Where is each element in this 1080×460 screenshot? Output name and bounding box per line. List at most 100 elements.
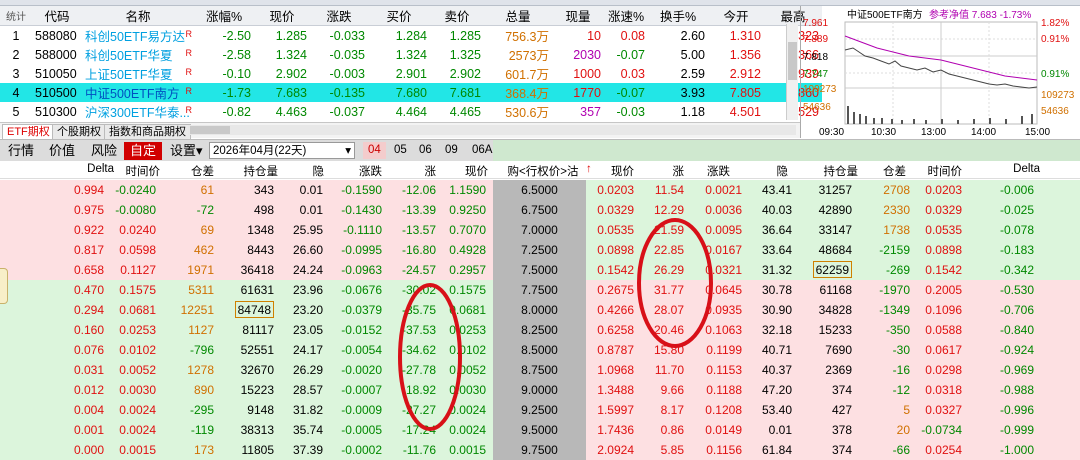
call-cell: -0.1590 bbox=[341, 183, 382, 197]
settings-button[interactable]: 设置▾ bbox=[170, 142, 203, 160]
watchlist-header-cell[interactable]: 涨速% bbox=[604, 6, 648, 26]
put-cell: 0.1063 bbox=[705, 323, 742, 337]
put-cell: 9.66 bbox=[660, 383, 684, 397]
watchlist-cell-vol: 601.7万 bbox=[505, 68, 549, 82]
option-row[interactable]: 0.658 0.1127 1971 36418 24.24 -0.0963 -24.57 0.… bbox=[0, 260, 1080, 280]
watchlist-cell-cur: 1770 bbox=[552, 83, 604, 102]
month-06a-button[interactable]: 06A bbox=[467, 142, 497, 159]
call-header-cell[interactable]: 仓差 bbox=[182, 163, 214, 179]
custom-button[interactable]: 自定 bbox=[124, 142, 163, 160]
watchlist-header-cell[interactable]: 名称 bbox=[82, 6, 194, 26]
watchlist-row[interactable]: 2 588000 科创50ETF华夏 R -2.58 1.324 -0.035 1.324 1.… bbox=[0, 45, 822, 64]
call-header-cell[interactable]: 涨跌 bbox=[352, 163, 382, 179]
watchlist-header-cell[interactable]: 现量 bbox=[552, 6, 604, 26]
call-cell: -796 bbox=[189, 343, 214, 357]
tab-stock-options[interactable]: 个股期权 bbox=[52, 124, 106, 139]
watchlist-cell-idx: 3 bbox=[12, 66, 20, 81]
call-cell: 0.0052 bbox=[449, 363, 486, 377]
month-05-button[interactable]: 05 bbox=[389, 142, 412, 159]
put-cell: -0.996 bbox=[999, 403, 1034, 417]
option-row[interactable]: 0.000 0.0015 173 11805 37.39 -0.0002 -11.76 0.0… bbox=[0, 440, 1080, 460]
option-row[interactable]: 0.031 0.0052 1278 32670 26.29 -0.0020 -27.78 0.… bbox=[0, 360, 1080, 380]
month-06-button[interactable]: 06 bbox=[414, 142, 437, 159]
tab-etf-options[interactable]: ETF期权 bbox=[2, 124, 55, 139]
put-cell: -0.840 bbox=[999, 323, 1034, 337]
put-cell: 11.54 bbox=[654, 183, 684, 197]
call-cell: 1278 bbox=[187, 363, 214, 377]
tab-index-commodity-options[interactable]: 指数和商品期权 bbox=[104, 124, 191, 139]
put-cell: 0.6258 bbox=[597, 323, 634, 337]
call-header-cell[interactable]: 时间价 bbox=[124, 163, 161, 179]
option-row[interactable]: 0.817 0.0598 462 8443 26.60 -0.0995 -16.80 0.49… bbox=[0, 240, 1080, 260]
option-row[interactable]: 0.994 -0.0240 61 343 0.01 -0.1590 -12.06 1.1590… bbox=[0, 180, 1080, 200]
call-header-cell[interactable]: 现价 bbox=[460, 163, 488, 179]
put-cell: 1738 bbox=[883, 223, 910, 237]
watchlist-header-cell[interactable]: 换手% bbox=[648, 6, 708, 26]
put-cell: -1.000 bbox=[999, 443, 1034, 457]
horizontal-scrollbar[interactable] bbox=[188, 125, 796, 135]
option-row[interactable]: 0.975 -0.0080 -72 498 0.01 -0.1430 -13.39 0.925… bbox=[0, 200, 1080, 220]
watchlist-row[interactable]: 4 510500 中证500ETF南方 R -1.73 7.683 -0.135 7.680 7… bbox=[0, 83, 822, 102]
toolbar-value[interactable]: 价值 bbox=[49, 142, 75, 160]
option-row[interactable]: 0.012 0.0030 890 15223 28.57 -0.0007 -18.92 0.0… bbox=[0, 380, 1080, 400]
month-04-button[interactable]: 04 bbox=[363, 142, 386, 159]
option-row[interactable]: 0.001 0.0024 -119 38313 35.74 -0.0005 -17.24 0.… bbox=[0, 420, 1080, 440]
call-cell: 0.0681 bbox=[119, 303, 156, 317]
put-cell: 7690 bbox=[825, 343, 852, 357]
strike-header-cell[interactable]: 购<行权价>沽 bbox=[500, 163, 586, 179]
sort-up-icon[interactable]: ↑ bbox=[586, 163, 592, 175]
intraday-mini-chart[interactable]: 中证500ETF南方 参考净值 7.683 -1.73% 7.961 7.889… bbox=[800, 6, 1080, 138]
watchlist-scrollbar[interactable] bbox=[786, 24, 798, 120]
watchlist-header-cell[interactable]: 代码 bbox=[32, 6, 82, 26]
expiry-select[interactable]: 2026年04月(22天) ▾ bbox=[209, 142, 355, 159]
option-row[interactable]: 0.294 0.0681 12251 84748 23.20 -0.0379 -35.75 0… bbox=[0, 300, 1080, 320]
toolbar-risk[interactable]: 风险 bbox=[91, 142, 117, 160]
watchlist-header-cell[interactable]: 现价 bbox=[254, 6, 310, 26]
put-cell: 0.1542 bbox=[925, 263, 962, 277]
toolbar-quote[interactable]: 行情 bbox=[8, 142, 34, 160]
watchlist-row[interactable]: 3 510050 上证50ETF华夏 R -0.10 2.902 -0.003 2.901 2.… bbox=[0, 64, 822, 83]
y-right-tick: 54636 bbox=[1041, 106, 1069, 117]
call-cell: -295 bbox=[189, 403, 214, 417]
call-cell: -13.57 bbox=[401, 223, 436, 237]
call-header-cell[interactable]: Delta bbox=[78, 163, 114, 175]
option-row[interactable]: 0.922 0.0240 69 1348 25.95 -0.1110 -13.57 0.707… bbox=[0, 220, 1080, 240]
watchlist-header-cell[interactable]: 统计 bbox=[0, 6, 32, 26]
call-cell: 0.01 bbox=[299, 183, 323, 197]
call-cell: 0.031 bbox=[73, 363, 104, 377]
watchlist-cell-price: 4.463 bbox=[275, 104, 307, 119]
option-row[interactable]: 0.004 0.0024 -295 9148 31.82 -0.0009 -27.27 0.0… bbox=[0, 400, 1080, 420]
put-cell: -0.0734 bbox=[921, 423, 962, 437]
put-header-cell[interactable]: 现价 bbox=[600, 163, 634, 179]
watchlist-row[interactable]: 5 510300 沪深300ETF华泰... R -0.82 4.463 -0.037 4.4… bbox=[0, 102, 822, 121]
watchlist-row[interactable]: 1 588080 科创50ETF易方达 R -2.50 1.285 -0.033 1.284 1… bbox=[0, 26, 822, 46]
y-left-tick: 109273 bbox=[803, 84, 837, 95]
call-header-cell[interactable]: 持仓量 bbox=[242, 163, 279, 179]
watchlist-cell-chg_pct: -0.82 bbox=[222, 104, 252, 119]
put-cell: 42890 bbox=[818, 203, 852, 217]
watchlist-header-cell[interactable]: 今开 bbox=[708, 6, 764, 26]
watchlist-cell-vol: 530.6万 bbox=[505, 106, 549, 120]
watchlist-table: 统计 代码 名称 涨幅% 现价 涨跌 买价 卖价 总量 现量 涨速% 换手% 今开 最高 1 588080 科… bbox=[0, 6, 822, 120]
put-header-cell[interactable]: 涨跌 bbox=[700, 163, 730, 179]
put-header-cell[interactable]: 时间价 bbox=[926, 163, 963, 179]
call-cell: 173 bbox=[193, 443, 214, 457]
side-collapse-handle[interactable] bbox=[0, 268, 8, 304]
put-cell: 40.71 bbox=[761, 343, 792, 357]
put-cell: 8.17 bbox=[660, 403, 684, 417]
put-header-cell[interactable]: 持仓量 bbox=[820, 163, 859, 179]
option-row[interactable]: 0.160 0.0253 1127 81117 23.05 -0.0152 -37.53 0.… bbox=[0, 320, 1080, 340]
watchlist-header-cell[interactable]: 涨幅% bbox=[194, 6, 254, 26]
put-cell: -30 bbox=[892, 343, 910, 357]
call-cell: -27.27 bbox=[401, 403, 436, 417]
watchlist-header-cell[interactable]: 总量 bbox=[484, 6, 552, 26]
put-header-cell[interactable]: 仓差 bbox=[876, 163, 906, 179]
option-row[interactable]: 0.470 0.1575 5311 61631 23.96 -0.0676 -30.02 0.… bbox=[0, 280, 1080, 300]
put-header-cell[interactable]: Delta bbox=[1010, 163, 1040, 175]
option-row[interactable]: 0.076 0.0102 -796 52551 24.17 -0.0054 -34.62 0.… bbox=[0, 340, 1080, 360]
month-09-button[interactable]: 09 bbox=[440, 142, 463, 159]
watchlist-header-cell[interactable]: 卖价 bbox=[430, 6, 484, 26]
watchlist-header-cell[interactable]: 涨跌 bbox=[310, 6, 368, 26]
watchlist-header-cell[interactable]: 买价 bbox=[368, 6, 430, 26]
call-cell: 0.922 bbox=[73, 223, 104, 237]
